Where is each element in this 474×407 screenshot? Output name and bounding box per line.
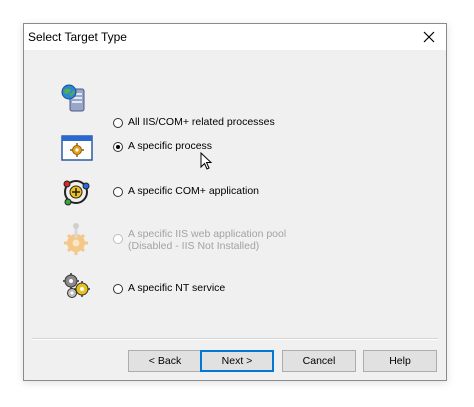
select-target-type-dialog: Select Target Type All IIS/COM+ related … bbox=[23, 23, 447, 381]
mouse-cursor-icon bbox=[200, 152, 213, 170]
close-icon bbox=[423, 31, 435, 43]
dialog-title: Select Target Type bbox=[28, 30, 127, 44]
radio-specific-com[interactable] bbox=[113, 187, 123, 197]
option-specific-nt-service[interactable]: A specific NT service bbox=[24, 267, 446, 303]
radio-all-iis-com[interactable] bbox=[113, 118, 123, 128]
option-label: A specific process bbox=[128, 140, 213, 152]
option-label: A specific IIS web application pool bbox=[128, 228, 287, 240]
radio-specific-process[interactable] bbox=[113, 142, 123, 152]
option-iis-app-pool: A specific IIS web application pool (Dis… bbox=[24, 222, 446, 258]
radio-iis-app-pool bbox=[113, 234, 123, 244]
option-sublabel: (Disabled - IIS Not Installed) bbox=[128, 240, 260, 252]
button-separator bbox=[32, 338, 438, 340]
gear-pin-icon bbox=[64, 223, 88, 255]
next-button[interactable]: Next > bbox=[200, 350, 274, 372]
radio-specific-nt-service[interactable] bbox=[113, 284, 123, 294]
title-bar: Select Target Type bbox=[24, 24, 446, 50]
cancel-button[interactable]: Cancel bbox=[282, 350, 356, 372]
server-globe-icon bbox=[61, 84, 85, 112]
close-button[interactable] bbox=[412, 24, 446, 50]
back-button[interactable]: < Back bbox=[128, 350, 202, 372]
option-label: A specific NT service bbox=[128, 282, 226, 294]
window-gear-icon bbox=[61, 135, 93, 161]
option-specific-process[interactable]: A specific process bbox=[24, 128, 446, 164]
option-label: A specific COM+ application bbox=[128, 185, 260, 197]
option-specific-com-application[interactable]: A specific COM+ application bbox=[24, 174, 446, 210]
option-label: All IIS/COM+ related processes bbox=[128, 116, 275, 128]
option-all-iis-com-processes[interactable]: All IIS/COM+ related processes bbox=[24, 81, 446, 128]
gears-icon bbox=[63, 273, 90, 298]
com-plus-icon bbox=[63, 180, 90, 206]
help-button[interactable]: Help bbox=[363, 350, 437, 372]
